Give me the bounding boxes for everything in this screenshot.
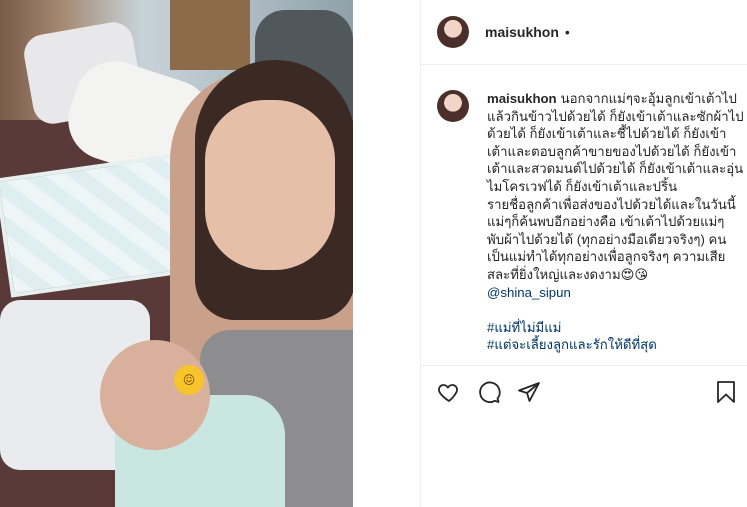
caption-line: พับผ้าไปด้วยได้ (ทุกอย่างมือเดียวจริงๆ) … bbox=[487, 231, 727, 247]
post-actions-bar bbox=[421, 365, 747, 417]
caption-avatar[interactable] bbox=[437, 90, 469, 122]
caption-line: แม่ๆก็ค้นพบอีกอย่างคือ เข้าเต้าไปด้วยแม่… bbox=[487, 214, 725, 230]
caption-username[interactable]: maisukhon bbox=[487, 91, 557, 106]
photo-mother-face bbox=[205, 100, 335, 270]
caption-line: เป็นแม่ทำได้ทุกอย่างเพื่อลูกจริงๆ ความเส… bbox=[487, 249, 726, 265]
caption-line: แล้วกินข้าวไปด้วยได้ ก็ยังเข้าเต้าและซัก… bbox=[487, 108, 744, 124]
caption-line: maisukhon นอกจากแม่ๆจะอุ้มลูกเข้าเต้าไป bbox=[487, 91, 737, 106]
comment-icon[interactable] bbox=[477, 380, 501, 404]
censor-emoji-sticker: 😖 bbox=[174, 365, 204, 395]
avatar[interactable] bbox=[437, 16, 469, 48]
caption-line: เต้าและสวดมนต์ไปด้วยได้ ก็ยังเข้าเต้าและ… bbox=[487, 161, 744, 177]
caption-line: รายชื่อลูกค้าเพื่อส่งของไปด้วยได้และในวั… bbox=[487, 196, 736, 212]
post-caption: maisukhon นอกจากแม่ๆจะอุ้มลูกเข้าเต้าไป แ… bbox=[437, 90, 744, 354]
post-side-panel: maisukhon • maisukhon นอกจากแม่ๆจะอุ้มลูก… bbox=[420, 0, 747, 507]
caption-line: เต้าและตอบลูกค้าขายของไปด้วยได้ ก็ยังเข้… bbox=[487, 143, 737, 159]
header-username[interactable]: maisukhon bbox=[485, 24, 559, 40]
post-photo[interactable]: 😖 bbox=[0, 0, 353, 507]
caption-text: maisukhon นอกจากแม่ๆจะอุ้มลูกเข้าเต้าไป แ… bbox=[487, 90, 744, 354]
caption-gap bbox=[487, 301, 744, 319]
hashtag-link[interactable]: #แม่ที่ไม่มีแม่ bbox=[487, 319, 744, 337]
header-separator: • bbox=[564, 24, 570, 40]
bookmark-icon[interactable] bbox=[714, 380, 738, 404]
photo-curtain bbox=[170, 0, 250, 70]
caption-line: ด้วยได้ ก็ยังเข้าเต้าและชี้ไปด้วยได้ ก็ย… bbox=[487, 126, 727, 142]
photo-baby bbox=[100, 340, 210, 450]
heart-icon[interactable] bbox=[437, 380, 461, 404]
hashtag-link[interactable]: #แต่จะเลี้ยงลูกและรักให้ดีที่สุด bbox=[487, 336, 744, 354]
mention-link[interactable]: @shina_sipun bbox=[487, 284, 744, 302]
caption-line: สละที่ยิ่งใหญ่และงดงาม😍😘 bbox=[487, 266, 649, 282]
post-header: maisukhon • bbox=[421, 0, 747, 65]
share-icon[interactable] bbox=[517, 380, 541, 404]
caption-line: ไมโครเวฟได้ ก็ยังเข้าเต้าและปริ้น bbox=[487, 178, 678, 194]
